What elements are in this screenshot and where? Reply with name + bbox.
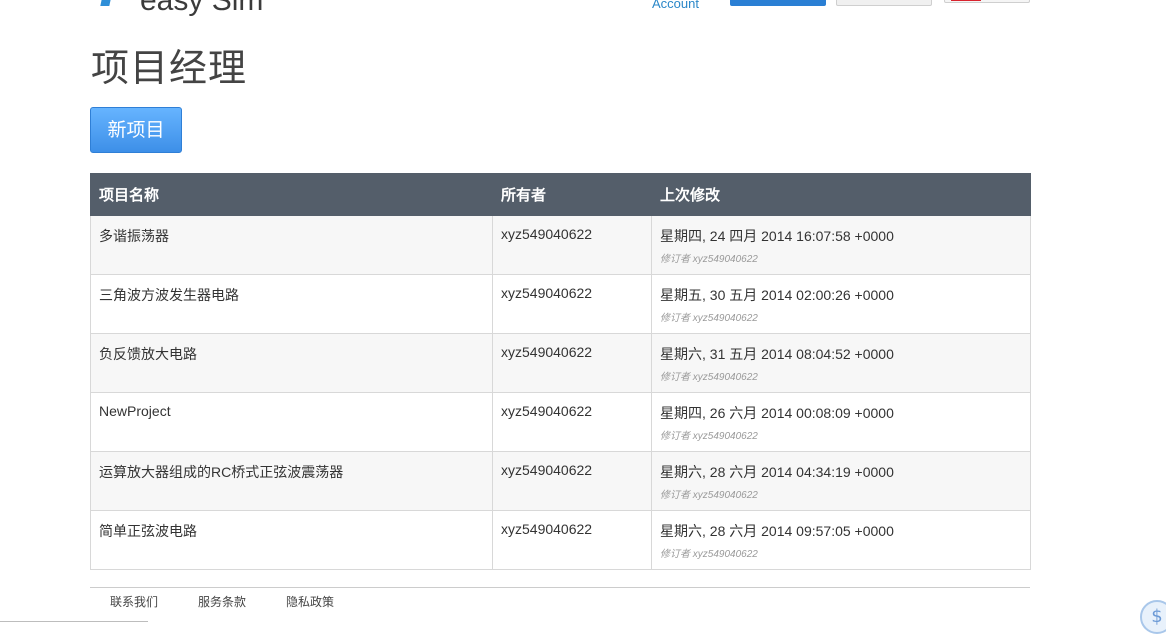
project-modified: 星期六, 28 六月 2014 09:57:05 +0000 bbox=[660, 523, 894, 539]
footer-link-contact[interactable]: 联系我们 bbox=[110, 593, 158, 610]
footer-divider bbox=[90, 587, 1030, 588]
dollar-help-icon[interactable]: $ bbox=[1140, 600, 1166, 634]
table-row[interactable]: NewProject xyz549040622 星期四, 26 六月 2014 … bbox=[90, 392, 1031, 452]
bottom-divider bbox=[0, 621, 148, 622]
project-modified: 星期六, 31 五月 2014 08:04:52 +0000 bbox=[660, 346, 894, 362]
header-primary-button[interactable] bbox=[730, 0, 826, 6]
project-name[interactable]: 多谐振荡器 bbox=[90, 215, 493, 275]
project-modified-cell: 星期五, 30 五月 2014 02:00:26 +0000 修订者 xyz54… bbox=[651, 274, 1031, 334]
project-modified: 星期六, 28 六月 2014 04:34:19 +0000 bbox=[660, 464, 894, 480]
logo-text: easy Sim bbox=[140, 0, 264, 17]
column-header-owner[interactable]: 所有者 bbox=[492, 173, 652, 216]
project-owner: xyz549040622 bbox=[492, 392, 652, 452]
revised-by: 修订者 xyz549040622 bbox=[660, 549, 758, 560]
revised-by: 修订者 xyz549040622 bbox=[660, 372, 758, 383]
project-name[interactable]: 负反馈放大电路 bbox=[90, 333, 493, 393]
footer-link-terms[interactable]: 服务条款 bbox=[198, 593, 246, 610]
project-owner: xyz549040622 bbox=[492, 274, 652, 334]
project-owner: xyz549040622 bbox=[492, 333, 652, 393]
project-modified-cell: 星期四, 26 六月 2014 00:08:09 +0000 修订者 xyz54… bbox=[651, 392, 1031, 452]
revised-by: 修订者 xyz549040622 bbox=[660, 254, 758, 265]
table-header-row: 项目名称 所有者 上次修改 bbox=[90, 173, 1031, 216]
footer-links: 联系我们 服务条款 隐私政策 bbox=[110, 593, 334, 610]
table-row[interactable]: 负反馈放大电路 xyz549040622 星期六, 31 五月 2014 08:… bbox=[90, 333, 1031, 393]
project-name[interactable]: 运算放大器组成的RC桥式正弦波震荡器 bbox=[90, 451, 493, 511]
project-modified: 星期五, 30 五月 2014 02:00:26 +0000 bbox=[660, 287, 894, 303]
column-header-name[interactable]: 项目名称 bbox=[90, 173, 493, 216]
new-project-button[interactable]: 新项目 bbox=[90, 107, 182, 153]
column-header-modified[interactable]: 上次修改 bbox=[651, 173, 1031, 216]
project-modified: 星期四, 26 六月 2014 00:08:09 +0000 bbox=[660, 405, 894, 421]
project-modified-cell: 星期六, 31 五月 2014 08:04:52 +0000 修订者 xyz54… bbox=[651, 333, 1031, 393]
revised-by: 修订者 xyz549040622 bbox=[660, 313, 758, 324]
project-owner: xyz549040622 bbox=[492, 451, 652, 511]
revised-by: 修订者 xyz549040622 bbox=[660, 431, 758, 442]
projects-table: 项目名称 所有者 上次修改 多谐振荡器 xyz549040622 星期四, 24… bbox=[90, 173, 1031, 570]
project-modified-cell: 星期六, 28 六月 2014 09:57:05 +0000 修订者 xyz54… bbox=[651, 510, 1031, 570]
logo-icon bbox=[96, 0, 118, 12]
project-name[interactable]: 三角波方波发生器电路 bbox=[90, 274, 493, 334]
language-selector[interactable] bbox=[944, 0, 1030, 3]
project-modified-cell: 星期六, 28 六月 2014 04:34:19 +0000 修订者 xyz54… bbox=[651, 451, 1031, 511]
table-row[interactable]: 三角波方波发生器电路 xyz549040622 星期五, 30 五月 2014 … bbox=[90, 274, 1031, 334]
flag-icon bbox=[951, 0, 981, 1]
project-modified: 星期四, 24 四月 2014 16:07:58 +0000 bbox=[660, 228, 894, 244]
header-secondary-button[interactable] bbox=[836, 0, 932, 6]
revised-by: 修订者 xyz549040622 bbox=[660, 490, 758, 501]
top-header: easy Sim Account bbox=[0, 0, 1166, 20]
project-modified-cell: 星期四, 24 四月 2014 16:07:58 +0000 修订者 xyz54… bbox=[651, 215, 1031, 275]
footer-link-privacy[interactable]: 隐私政策 bbox=[286, 593, 334, 610]
project-name[interactable]: NewProject bbox=[90, 392, 493, 452]
table-row[interactable]: 简单正弦波电路 xyz549040622 星期六, 28 六月 2014 09:… bbox=[90, 510, 1031, 570]
account-link[interactable]: Account bbox=[652, 0, 699, 11]
project-name[interactable]: 简单正弦波电路 bbox=[90, 510, 493, 570]
project-owner: xyz549040622 bbox=[492, 510, 652, 570]
table-row[interactable]: 运算放大器组成的RC桥式正弦波震荡器 xyz549040622 星期六, 28 … bbox=[90, 451, 1031, 511]
logo[interactable]: easy Sim bbox=[96, 0, 263, 16]
project-owner: xyz549040622 bbox=[492, 215, 652, 275]
table-row[interactable]: 多谐振荡器 xyz549040622 星期四, 24 四月 2014 16:07… bbox=[90, 215, 1031, 275]
page-title: 项目经理 bbox=[91, 46, 248, 90]
